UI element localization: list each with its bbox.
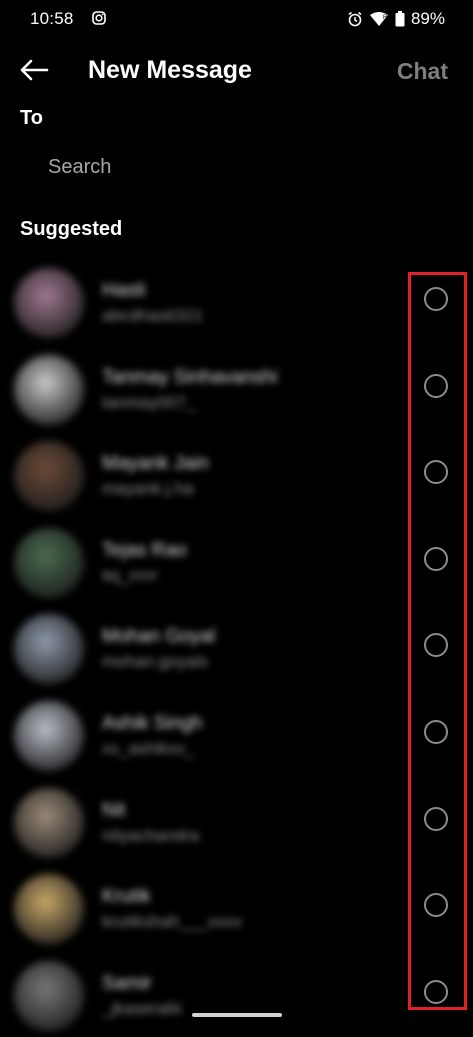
list-item[interactable]: Mohan Goyal mohan.goyals [0, 604, 473, 691]
avatar [14, 874, 84, 945]
contact-username: nityachandra [102, 825, 200, 845]
select-radio[interactable] [424, 373, 448, 398]
select-radio[interactable] [424, 719, 448, 744]
avatar [14, 354, 84, 425]
status-time: 10:58 [30, 9, 74, 28]
alarm-icon [348, 11, 362, 27]
select-radio[interactable] [424, 979, 448, 1004]
contact-name: Nit [102, 799, 126, 821]
contact-name: Krutik [102, 886, 151, 908]
avatar [14, 700, 84, 771]
chat-button[interactable]: Chat [397, 58, 448, 85]
avatar [14, 960, 84, 1031]
list-item[interactable]: Ashik Singh xx_ashikxx_ [0, 691, 473, 778]
list-item[interactable]: Hasti abcdhasti321 [0, 258, 473, 345]
select-radio[interactable] [424, 287, 448, 311]
arrow-left-icon [20, 59, 49, 81]
wifi-icon: R [369, 12, 388, 26]
contact-name: Hasti [102, 280, 146, 301]
select-radio[interactable] [424, 546, 448, 571]
list-item[interactable]: Samir _jkaseraliii [0, 951, 473, 1037]
battery-icon [395, 11, 405, 27]
contact-username: mohan.goyals [102, 652, 208, 672]
avatar [14, 268, 84, 338]
suggested-heading: Suggested [20, 218, 123, 240]
avatar [14, 527, 84, 598]
svg-text:R: R [383, 15, 388, 21]
contact-username: xx_ashikxx_ [102, 738, 195, 758]
avatar [14, 614, 84, 685]
contact-name: Samir [102, 972, 152, 994]
avatar [14, 441, 84, 512]
select-radio[interactable] [424, 806, 448, 831]
contact-username: abcdhasti321 [102, 306, 204, 325]
instagram-icon [92, 11, 106, 25]
back-button[interactable] [18, 54, 50, 86]
contact-name: Tanmay Sinhavanshi [102, 366, 278, 388]
select-radio[interactable] [424, 633, 448, 658]
header: New Message Chat [0, 48, 473, 94]
status-icons: R 89% [347, 9, 445, 29]
home-indicator[interactable] [192, 1013, 282, 1017]
list-item[interactable]: Tanmay Sinhavanshi tanmay007_ [0, 345, 473, 432]
contact-name: Mayank Jain [102, 453, 209, 475]
to-label: To [20, 107, 43, 129]
list-item[interactable]: Krutik krutikshah___xxxx [0, 864, 473, 951]
contact-name: Tejas Rao [102, 539, 187, 561]
list-item[interactable]: Mayank Jain mayank.j.ha [0, 431, 473, 518]
contact-username: _jkaseraliii [102, 998, 182, 1018]
avatar [14, 787, 84, 858]
page-title: New Message [88, 56, 252, 84]
battery-percentage: 89% [410, 9, 445, 28]
list-item[interactable]: Nit nityachandra [0, 778, 473, 865]
contact-username: krutikshah___xxxx [102, 912, 242, 932]
suggested-list: Hasti abcdhasti321 Tanmay Sinhavanshi tanma… [0, 258, 473, 1037]
select-radio[interactable] [424, 893, 448, 918]
contact-username: tej_rrrrr [102, 565, 158, 585]
search-input[interactable] [46, 150, 430, 184]
select-radio[interactable] [424, 460, 448, 485]
contact-name: Ashik Singh [102, 712, 203, 734]
status-bar: 10:58 R 89% [0, 0, 473, 40]
contact-username: tanmay007_ [102, 392, 196, 412]
list-item[interactable]: Tejas Rao tej_rrrrr [0, 518, 473, 605]
contact-name: Mohan Goyal [102, 626, 216, 648]
contact-username: mayank.j.ha [102, 479, 194, 499]
